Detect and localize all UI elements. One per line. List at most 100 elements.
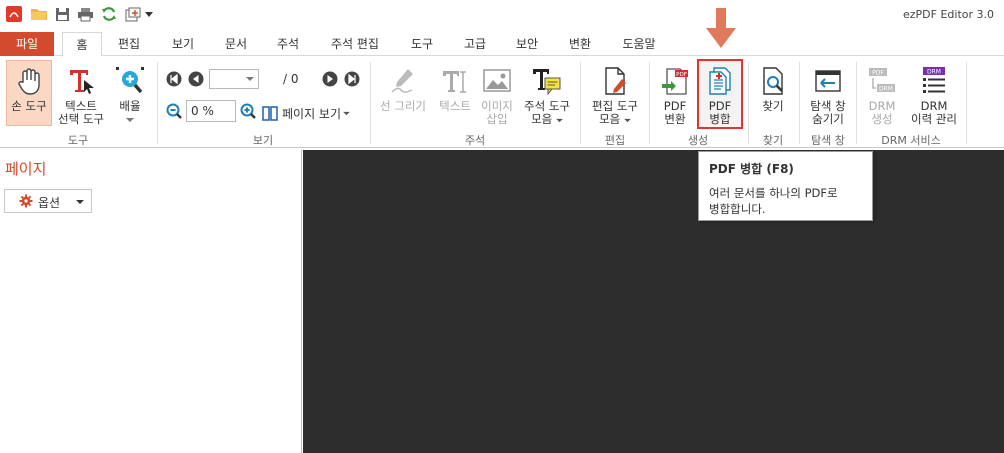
svg-text:DRM: DRM	[879, 86, 893, 93]
drm-history-label-1: DRM	[920, 99, 948, 113]
line-draw-button[interactable]: 선 그리기	[374, 66, 432, 113]
nav-pane-hide-button[interactable]: 탐색 창 숨기기	[804, 66, 852, 126]
tab-file[interactable]: 파일	[0, 32, 54, 56]
text-select-label-1: 텍스트	[65, 99, 97, 113]
page-view-icon	[262, 105, 278, 121]
separator	[799, 62, 800, 144]
tab-annotation[interactable]: 주석	[268, 32, 308, 56]
drm-history-icon: DRM	[923, 67, 945, 93]
zoom-in-small-icon[interactable]	[240, 103, 256, 119]
zoom-label: 배율	[119, 99, 141, 113]
group-annot-label: 주석	[464, 134, 486, 147]
first-page-icon[interactable]	[166, 71, 182, 87]
zoom-in-icon	[116, 67, 144, 94]
zoom-value-input[interactable]: 0 %	[186, 100, 236, 122]
app-title: ezPDF Editor 3.0	[902, 8, 994, 21]
page-view-dropdown-icon	[343, 111, 350, 115]
pdf-convert-button[interactable]: PDF PDF 변환	[654, 66, 696, 126]
separator	[966, 62, 967, 144]
document-canvas[interactable]	[303, 150, 1004, 453]
print-icon[interactable]	[76, 5, 94, 23]
pdf-convert-label-1: PDF	[663, 99, 687, 113]
ribbon-tabs: 파일 홈 편집 보기 문서 주석 주석 편집 도구 고급 보안 변환 도움말	[0, 32, 1004, 57]
hand-icon	[18, 68, 40, 95]
pdf-merge-tooltip: PDF 병합 (F8) 여러 문서를 하나의 PDF로 병합합니다.	[698, 151, 873, 221]
tab-annotation-edit[interactable]: 주석 편집	[322, 32, 388, 56]
page-total: / 0	[283, 72, 299, 86]
app-logo-icon	[5, 5, 23, 23]
text-annot-button[interactable]: 텍스트	[434, 66, 476, 113]
hand-tool-label: 손 도구	[11, 99, 47, 113]
text-tool-icon	[443, 71, 466, 93]
line-draw-label: 선 그리기	[380, 99, 426, 113]
drm-history-button[interactable]: DRM DRM 이력 관리	[906, 66, 962, 126]
group-nav-label: 탐색 창	[811, 134, 845, 147]
find-label: 찾기	[762, 99, 784, 113]
tooltip-desc-2: 병합합니다.	[709, 202, 766, 216]
edit-tools-button[interactable]: 편집 도구 모음	[584, 66, 646, 126]
nav-pane-label-1: 탐색 창	[810, 99, 846, 113]
group-view-label: 보기	[252, 134, 274, 147]
title-bar: ezPDF Editor 3.0	[0, 0, 1004, 30]
tab-tools[interactable]: 도구	[402, 32, 442, 56]
drm-history-label-2: 이력 관리	[911, 112, 957, 126]
nav-pane-icon	[815, 70, 841, 92]
tab-edit[interactable]: 편집	[109, 32, 149, 56]
pdf-merge-label-1: PDF	[708, 99, 732, 113]
tab-convert[interactable]: 변환	[560, 32, 600, 56]
pdf-convert-label-2: 변환	[664, 112, 686, 126]
drm-create-button[interactable]: PDF DRM DRM 생성	[860, 66, 904, 126]
gear-icon	[19, 194, 33, 208]
tab-document[interactable]: 문서	[216, 32, 256, 56]
insert-image-label-2: 삽입	[486, 112, 508, 126]
text-annot-label: 텍스트	[439, 99, 471, 113]
insert-image-button[interactable]: 이미지 삽입	[476, 66, 518, 126]
svg-text:PDF: PDF	[676, 72, 687, 78]
tab-view[interactable]: 보기	[163, 32, 203, 56]
separator	[580, 62, 581, 144]
edit-tools-label-2: 모음	[599, 112, 621, 126]
separator	[649, 62, 650, 144]
annot-tools-icon	[533, 69, 561, 96]
insert-image-label-1: 이미지	[481, 99, 513, 113]
tab-help[interactable]: 도움말	[614, 32, 664, 56]
zoom-out-icon[interactable]	[166, 103, 182, 119]
separator	[370, 62, 371, 144]
pdf-merge-label-2: 병합	[709, 112, 731, 126]
refresh-icon[interactable]	[100, 5, 118, 23]
page-number-input[interactable]	[209, 69, 259, 89]
customize-dropdown-icon[interactable]	[144, 5, 154, 23]
page-view-label: 페이지 보기	[282, 106, 342, 121]
last-page-icon[interactable]	[344, 71, 360, 87]
pdf-merge-button[interactable]: PDF 병합	[699, 66, 741, 126]
tooltip-desc-1: 여러 문서를 하나의 PDF로	[709, 186, 838, 200]
options-button[interactable]: 옵션	[4, 189, 92, 213]
next-page-icon[interactable]	[322, 71, 338, 87]
save-icon[interactable]	[54, 5, 70, 23]
text-select-button[interactable]: 텍스트 선택 도구	[52, 66, 110, 126]
nav-pane-label-2: 숨기기	[812, 112, 844, 126]
tab-security[interactable]: 보안	[507, 32, 547, 56]
page-view-button[interactable]: 페이지 보기	[262, 104, 350, 122]
options-dropdown-icon	[76, 200, 84, 204]
text-select-label-2: 선택 도구	[58, 112, 104, 126]
image-icon	[483, 69, 511, 92]
annot-tools-button[interactable]: 주석 도구 모음	[518, 66, 576, 126]
find-icon	[763, 67, 783, 95]
tab-home[interactable]: 홈	[62, 32, 102, 57]
find-button[interactable]: 찾기	[752, 66, 794, 113]
annot-tools-dropdown-icon	[556, 118, 563, 123]
edit-tools-label-1: 편집 도구	[592, 99, 638, 113]
prev-page-icon[interactable]	[188, 71, 204, 87]
hand-tool-button[interactable]: 손 도구	[6, 66, 52, 113]
separator	[157, 62, 158, 144]
tab-advanced[interactable]: 고급	[455, 32, 495, 56]
group-create-label: 생성	[687, 134, 709, 147]
open-folder-icon[interactable]	[30, 5, 48, 23]
text-select-icon	[70, 70, 94, 94]
page-dropdown-icon[interactable]	[246, 76, 254, 82]
new-window-icon[interactable]	[124, 5, 142, 23]
zoom-dropdown-icon	[126, 118, 134, 122]
annot-tools-label-2: 모음	[531, 112, 553, 126]
zoom-button[interactable]: 배율	[112, 66, 148, 126]
